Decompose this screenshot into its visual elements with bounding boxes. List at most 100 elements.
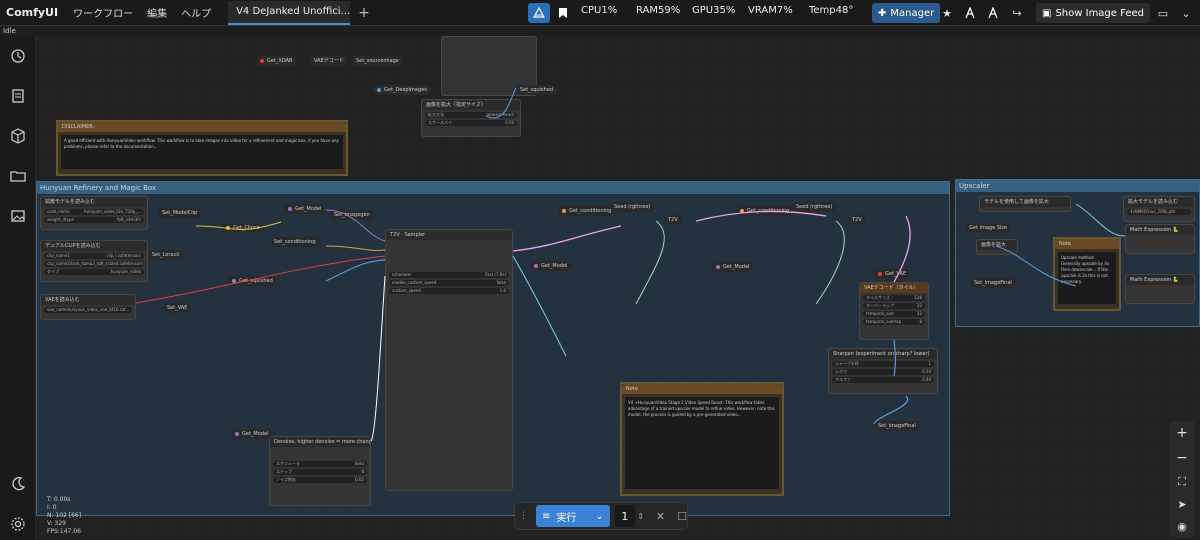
- set-imagefinal-node[interactable]: Set_imageFinal: [874, 421, 920, 431]
- pointer-icon[interactable]: ➤: [1177, 498, 1186, 511]
- widget-vae-name[interactable]: vae_name hunyuan_video_vae_bf16.saf...: [44, 307, 132, 313]
- bookmark-icon[interactable]: [552, 3, 574, 23]
- get-image-size-node[interactable]: Get Image Size: [965, 223, 1012, 233]
- image-scale-node[interactable]: 画像を拡大: [976, 239, 1018, 255]
- set-sourceimage-node[interactable]: Set_sourceimage: [352, 56, 403, 66]
- disclaimer-text[interactable]: A good efficient with HunyuanVideo workf…: [61, 135, 343, 169]
- widget-temporal-size[interactable]: temporal_size 32: [863, 311, 925, 317]
- node-canvas[interactable]: Hunyuan Refinery and Magic Box Upscaler …: [36, 36, 1200, 540]
- widget-sigma[interactable]: シグマ 0.30: [832, 369, 934, 375]
- t2v-sampler-node[interactable]: T2V · Sampler scheduler Fast (7.8s) enabl…: [385, 229, 513, 491]
- get-conditioning-node[interactable]: Get_conditioning: [558, 206, 616, 216]
- queue-icon[interactable]: [528, 3, 550, 23]
- widget-custom-speed[interactable]: custom_speed 1.0: [389, 288, 509, 294]
- new-tab-button[interactable]: +: [350, 5, 378, 21]
- chevron-down-icon[interactable]: ⌄: [595, 511, 603, 522]
- upscale-note-text[interactable]: Upscale method. Generally upscale by 4x …: [1058, 252, 1116, 304]
- model-a-icon[interactable]: [959, 3, 981, 23]
- show-image-feed-button[interactable]: ▣ Show Image Feed: [1036, 3, 1150, 23]
- get-clipce-node[interactable]: Get_Clipce: [222, 223, 264, 233]
- widget-sharpen-radius[interactable]: シャープ半径 1: [832, 361, 934, 367]
- stop-icon[interactable]: ☐: [677, 510, 687, 523]
- widget-clip-type[interactable]: タイプ hunyuan_video: [44, 269, 144, 275]
- set-vae-node[interactable]: Set_VAE: [163, 303, 192, 313]
- panel-toggle-icon[interactable]: ▭: [1152, 3, 1174, 23]
- note-text[interactable]: V4 +HunyuanVideo Stage 2 Video Speed Boo…: [625, 397, 779, 489]
- widget-clip-name1[interactable]: clip_name1 clip_l.safetensors: [44, 253, 144, 259]
- zoom-in-icon[interactable]: +: [1176, 425, 1188, 441]
- load-upscale-model-node[interactable]: 拡大モデルを読み込む 4xNMKDSiax_200k.pth: [1123, 196, 1195, 222]
- set-imagegen-node[interactable]: Set_imagegen: [330, 210, 374, 220]
- get-model-node[interactable]: Get_Model: [284, 204, 326, 214]
- set-imagefinal-node-2[interactable]: Set_imageFinal: [970, 278, 1016, 288]
- widget-unet-name[interactable]: unet_name hunyuan_video_t2v_720p_...: [44, 209, 144, 215]
- share-icon[interactable]: ↪: [1006, 3, 1028, 23]
- widget-tile-size[interactable]: タイルサイズ 128: [863, 295, 925, 301]
- widget-weight-dtype[interactable]: weight_dtype fp8_e4m3fn: [44, 217, 144, 223]
- widget-steps[interactable]: ステップ 8: [273, 469, 367, 475]
- math-expression-node-1[interactable]: Math Expression 🐍: [1125, 224, 1195, 254]
- manager-button[interactable]: ✚ Manager: [872, 3, 941, 23]
- t2v-sampler-2[interactable]: T2V: [664, 215, 682, 225]
- widget-enable-custom-speed[interactable]: enable_custom_speed false: [389, 280, 509, 286]
- menu-workflow[interactable]: ワークフロー: [66, 5, 140, 20]
- seed-node-1[interactable]: Seed (rgthree): [610, 202, 655, 212]
- dual-clip-loader-node[interactable]: デュアルCLIPを読み込む clip_name1 clip_l.safetenso…: [40, 240, 148, 282]
- moon-icon[interactable]: [8, 474, 28, 494]
- get-model-node-4[interactable]: Get_Model: [712, 262, 754, 272]
- menu-help[interactable]: ヘルプ: [174, 5, 218, 20]
- drag-handle-icon[interactable]: ⋮: [519, 511, 528, 521]
- get-vae-node[interactable]: Get_VAE: [874, 269, 911, 279]
- widget-alpha[interactable]: アルファ 0.40: [832, 377, 934, 383]
- widget-model-name[interactable]: 4xNMKDSiax_200k.pth: [1127, 209, 1191, 215]
- node-library-icon[interactable]: [8, 126, 28, 146]
- eye-icon[interactable]: ◉: [1177, 520, 1187, 533]
- menu-collapse-icon[interactable]: ⌄: [1175, 3, 1197, 23]
- folder-icon[interactable]: [8, 166, 28, 186]
- zoom-out-icon[interactable]: −: [1176, 450, 1188, 466]
- stepper-icon[interactable]: ⇕: [637, 512, 644, 521]
- denoise-node[interactable]: Denoise, higher denoise = more change スケ…: [269, 436, 371, 506]
- widget-upscale-method[interactable]: 拡大方法 nearest-exact: [425, 112, 517, 118]
- seed-node-2[interactable]: Seed (rgthree): [792, 202, 837, 212]
- set-loracli-node[interactable]: Set_Loracli: [148, 250, 184, 260]
- widget-denoise[interactable]: ノイズ除去 0.65: [273, 477, 367, 483]
- menu-edit[interactable]: 編集: [140, 5, 174, 20]
- widget-scheduler[interactable]: スケジューラ beta: [273, 461, 367, 467]
- load-diffusion-model-node[interactable]: 拡散モデルを読み込む unet_name hunyuan_video_t2v_72…: [40, 196, 148, 230]
- get-model-node-3[interactable]: Get_Model: [530, 261, 572, 271]
- sharpen-node[interactable]: Sharpen (experiment on sharp? lower) シャー…: [828, 348, 938, 394]
- widget-scheduler[interactable]: scheduler Fast (7.8s): [389, 272, 509, 278]
- set-squished-node[interactable]: Set_squished: [516, 85, 558, 95]
- widget-clip-name2[interactable]: clip_name2 llava_llama3_fp8_scaled.safete…: [44, 261, 144, 267]
- resize-image-node[interactable]: 画像を拡大（指定サイズ） 拡大方法 nearest-exact スケールバイ 0.5…: [421, 99, 521, 137]
- set-modelclip-node[interactable]: Set_ModelClip: [158, 208, 202, 218]
- note-node[interactable]: Note V4 +HunyuanVideo Stage 2 Video Spee…: [620, 382, 784, 496]
- get-xdab-node[interactable]: Get_XDAB: [256, 56, 297, 66]
- vae-decode-node[interactable]: VAEデコード: [310, 56, 348, 66]
- load-vae-node[interactable]: VAEを読み込む vae_name hunyuan_video_vae_bf16.…: [40, 294, 136, 320]
- widget-overlap[interactable]: オーバーラップ 32: [863, 303, 925, 309]
- fit-view-icon[interactable]: ⛶: [1178, 475, 1186, 489]
- queue-count-input[interactable]: 1: [614, 505, 636, 527]
- run-button[interactable]: ≡ 実行 ⌄: [536, 505, 610, 527]
- math-expression-node-2[interactable]: Math Expression 🐍: [1125, 274, 1195, 304]
- queue-list-icon[interactable]: [8, 86, 28, 106]
- close-icon[interactable]: ✕: [656, 510, 665, 523]
- history-icon[interactable]: [8, 46, 28, 66]
- image-gallery-icon[interactable]: [8, 206, 28, 226]
- settings-gear-icon[interactable]: [8, 514, 28, 534]
- model-b-icon[interactable]: [982, 3, 1004, 23]
- tab-workflow[interactable]: V4 DeJanked Unoffici...: [228, 0, 351, 25]
- vae-decode-tiled-node[interactable]: VAEデコード（タイル） タイルサイズ 128 オーバーラップ 32 tempora…: [859, 282, 929, 340]
- widget-scale-by[interactable]: スケールバイ 0.50: [425, 120, 517, 126]
- star-icon[interactable]: ★: [936, 3, 958, 23]
- set-conditioning-node[interactable]: Set_conditioning: [270, 237, 320, 247]
- get-squished-node[interactable]: Get_squished: [228, 276, 277, 286]
- get-deepimages-node[interactable]: Get_DeepImages: [373, 85, 431, 95]
- upscale-with-model-node[interactable]: モデルを使用して画像を拡大: [979, 196, 1071, 212]
- disclaimer-note[interactable]: DISCLAIMER: A good efficient with Hunyua…: [56, 120, 348, 176]
- upscale-note-node[interactable]: Note Upscale method. Generally upscale b…: [1053, 237, 1121, 311]
- t2v-sampler-3[interactable]: T2V: [848, 215, 866, 225]
- get-conditioning-node-2[interactable]: Get_conditioning: [736, 206, 794, 216]
